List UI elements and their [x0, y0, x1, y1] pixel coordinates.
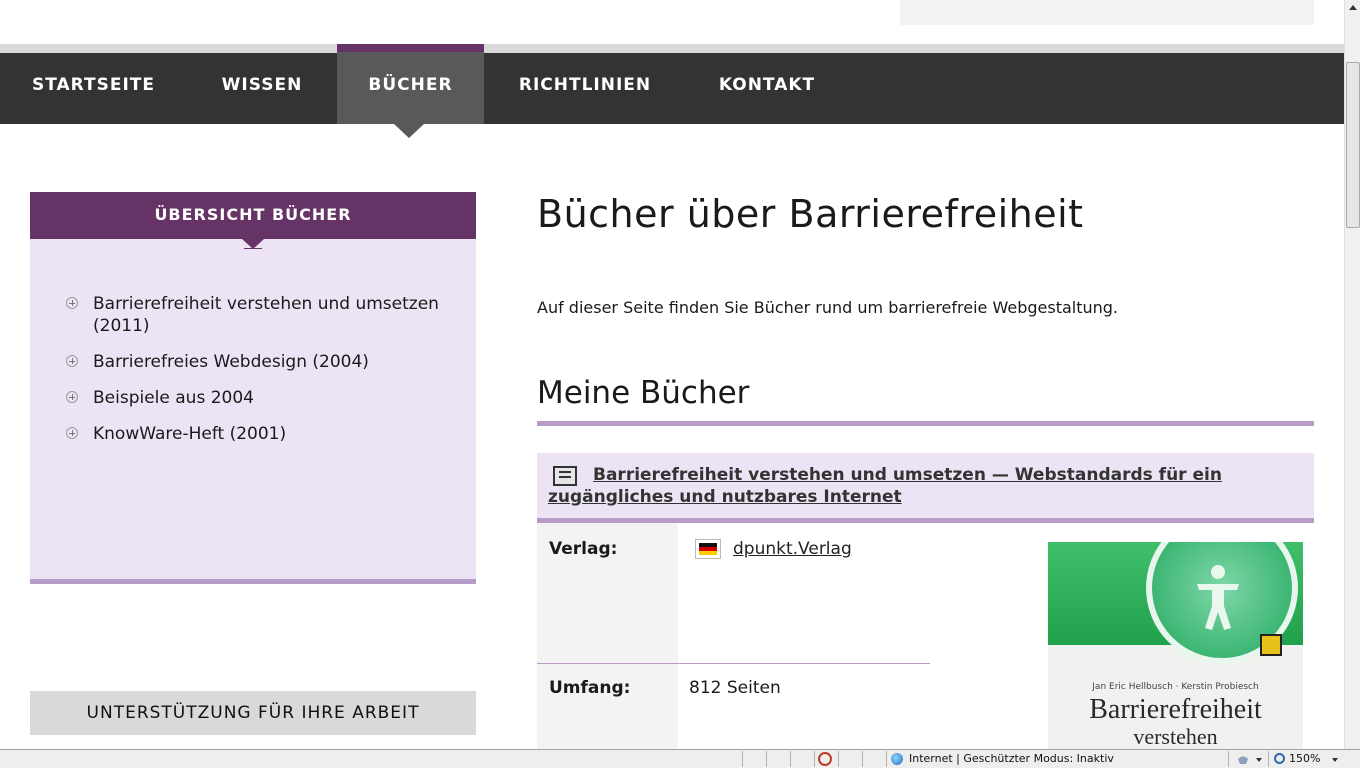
sidebar-item-label: KnowWare-Heft (2001) [93, 424, 287, 444]
nav-item-wissen[interactable]: WISSEN [187, 53, 337, 124]
sidebar-item-label: Beispiele aus 2004 [93, 388, 254, 408]
cover-authors: Jan Eric Hellbusch · Kerstin Probiesch [1092, 682, 1259, 692]
chevron-down-icon[interactable] [1256, 758, 1262, 762]
expand-plus-icon [66, 391, 78, 403]
status-separator [814, 751, 815, 767]
vertical-scrollbar[interactable] [1344, 0, 1360, 749]
status-separator [742, 751, 743, 767]
expand-plus-icon [66, 355, 78, 367]
sidebar-books-overview: ÜBERSICHT BÜCHER Barrierefreiheit verste… [30, 192, 476, 584]
zoom-level[interactable]: 150% [1289, 752, 1320, 765]
details-row-separator [537, 663, 930, 664]
zoom-magnifier-icon [1274, 753, 1285, 764]
main-navigation: STARTSEITE WISSEN BÜCHER RICHTLINIEN KON… [0, 44, 1344, 124]
book-title-link[interactable]: Barrierefreiheit verstehen und umsetzen … [548, 464, 1288, 508]
book-cover-image: Jan Eric Hellbusch · Kerstin Probiesch B… [1048, 542, 1303, 749]
sidebar-item-label: Barrierefreiheit verstehen und umsetzen … [93, 294, 439, 336]
publisher-badge-icon [1260, 634, 1282, 656]
cover-title: Barrierefreiheit [1089, 694, 1262, 725]
chevron-down-icon[interactable] [1332, 758, 1338, 762]
status-separator [838, 751, 839, 767]
nav-item-startseite[interactable]: STARTSEITE [0, 53, 187, 124]
sidebar-book-list: Barrierefreiheit verstehen und umsetzen … [66, 293, 446, 459]
accessibility-person-icon [1197, 565, 1239, 630]
verlag-label: Verlag: [549, 539, 618, 559]
status-separator [1228, 751, 1229, 767]
protected-mode-icon[interactable] [1237, 753, 1249, 765]
status-separator [1268, 751, 1269, 767]
german-flag-icon [695, 539, 721, 559]
header-search-area [900, 0, 1314, 25]
scroll-up-arrow-icon[interactable] [1345, 0, 1360, 16]
sidebar-item-barrierefreiheit-2011[interactable]: Barrierefreiheit verstehen und umsetzen … [66, 293, 446, 337]
scrollbar-thumb[interactable] [1346, 62, 1360, 228]
sidebar-item-knowware-2001[interactable]: KnowWare-Heft (2001) [66, 423, 446, 445]
nav-item-buecher[interactable]: BÜCHER [337, 44, 484, 124]
page-title: Bücher über Barrierefreiheit [537, 192, 1084, 236]
sidebar-heading: ÜBERSICHT BÜCHER [30, 192, 476, 239]
sidebar-heading-underline [244, 248, 262, 249]
nav-top-border [0, 44, 1344, 53]
intro-text: Auf dieser Seite finden Sie Bücher rund … [537, 298, 1119, 317]
sidebar-item-label: Barrierefreies Webdesign (2004) [93, 352, 369, 372]
nav-item-kontakt[interactable]: KONTAKT [686, 53, 848, 124]
book-header: Barrierefreiheit verstehen und umsetzen … [537, 453, 1314, 519]
sidebar-item-webdesign-2004[interactable]: Barrierefreies Webdesign (2004) [66, 351, 446, 373]
security-zone-text[interactable]: Internet | Geschützter Modus: Inaktiv [909, 752, 1114, 765]
browser-status-bar: Internet | Geschützter Modus: Inaktiv 15… [0, 749, 1360, 768]
status-separator [886, 751, 887, 767]
status-separator [790, 751, 791, 767]
browser-viewport: STARTSEITE WISSEN BÜCHER RICHTLINIEN KON… [0, 0, 1344, 749]
umfang-label: Umfang: [549, 678, 631, 698]
nav-item-richtlinien[interactable]: RICHTLINIEN [484, 53, 686, 124]
section-title: Meine Bücher [537, 375, 750, 411]
cover-subtitle: verstehen [1133, 724, 1218, 749]
internet-zone-globe-icon [891, 753, 903, 765]
support-button[interactable]: UNTERSTÜTZUNG FÜR IHRE ARBEIT [30, 691, 476, 735]
status-separator [766, 751, 767, 767]
sidebar-item-beispiele-2004[interactable]: Beispiele aus 2004 [66, 387, 446, 409]
umfang-value: 812 Seiten [689, 678, 781, 698]
expand-plus-icon [66, 297, 78, 309]
expand-plus-icon [66, 427, 78, 439]
verlag-link[interactable]: dpunkt.Verlag [733, 539, 852, 559]
privacy-report-icon[interactable] [818, 752, 832, 766]
active-nav-indicator [394, 124, 424, 138]
status-separator [862, 751, 863, 767]
sidebar-bottom-border [30, 579, 476, 584]
section-divider [537, 421, 1314, 426]
